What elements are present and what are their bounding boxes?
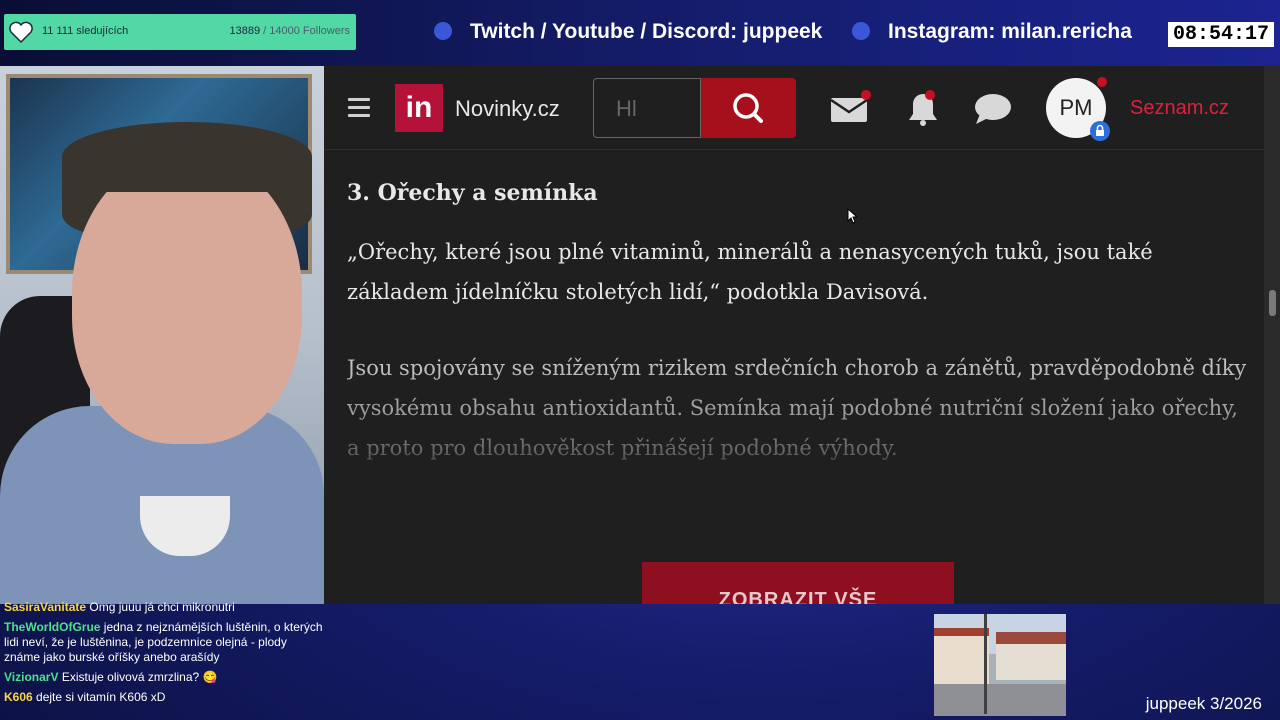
mouse-cursor-icon bbox=[847, 208, 857, 224]
section-heading: 3. Ořechy a semínka bbox=[347, 180, 598, 206]
search-input[interactable]: Hl bbox=[593, 78, 701, 138]
stream-chat: SasiraVanitate Omg juuu já chci mikronut… bbox=[0, 600, 330, 720]
social-link-twitch: Twitch / Youtube / Discord: juppeek bbox=[434, 20, 822, 44]
browser-window: in Novinky.cz Hl PM Seznam.cz 3. Ořechy … bbox=[324, 66, 1280, 604]
follower-goal-widget: 11 111 sledujících 13889 / 14000 Followe… bbox=[4, 14, 356, 50]
follower-count: 13889 / 14000 Followers bbox=[229, 25, 350, 37]
search-icon bbox=[733, 93, 763, 123]
streamer-hair-top bbox=[62, 122, 312, 192]
site-name[interactable]: Novinky.cz bbox=[455, 96, 560, 122]
scrollbar[interactable] bbox=[1264, 66, 1280, 604]
avatar-notification-dot bbox=[1097, 77, 1107, 87]
street-camera-feed bbox=[934, 614, 1066, 716]
clock: 08:54:17 bbox=[1167, 22, 1274, 47]
site-header: in Novinky.cz Hl PM Seznam.cz bbox=[324, 66, 1264, 150]
webcam-feed bbox=[0, 66, 324, 604]
mail-icon[interactable] bbox=[829, 90, 871, 128]
menu-icon[interactable] bbox=[348, 98, 370, 122]
bell-icon[interactable] bbox=[903, 90, 943, 128]
seznam-link[interactable]: Seznam.cz bbox=[1130, 97, 1229, 120]
streamer-face bbox=[72, 154, 302, 444]
show-all-button[interactable]: ZOBRAZIT VŠE bbox=[642, 562, 954, 604]
quote-paragraph: „Ořechy, které jsou plné vitaminů, miner… bbox=[347, 240, 1153, 304]
social-link-instagram: Instagram: milan.rericha bbox=[852, 20, 1132, 44]
stream-layout: 11 111 sledujících 13889 / 14000 Followe… bbox=[0, 0, 1280, 720]
chat-message: K606 dejte si vitamín K606 xD bbox=[4, 690, 166, 704]
heart-icon bbox=[9, 21, 33, 44]
chat-message: VizionarV Existuje olivová zmrzlina? 😋 bbox=[4, 670, 218, 684]
faded-paragraph: Jsou spojovány se sníženým rizikem srdeč… bbox=[347, 348, 1247, 468]
chat-message: SasiraVanitate Omg juuu já chci mikronut… bbox=[4, 600, 235, 614]
follower-subtitle: 11 111 sledujících bbox=[42, 25, 129, 37]
top-bar: 11 111 sledujících 13889 / 14000 Followe… bbox=[0, 0, 1280, 66]
article-body: 3. Ořechy a semínka „Ořechy, které jsou … bbox=[347, 180, 1247, 504]
twitch-icon bbox=[434, 22, 452, 40]
scrollbar-thumb[interactable] bbox=[1269, 290, 1276, 316]
novinky-logo[interactable]: in bbox=[395, 84, 443, 132]
chat-message: TheWorldOfGrue jedna z nejznámějších luš… bbox=[4, 620, 323, 664]
stream-signature: juppeek 3/2026 bbox=[1145, 694, 1262, 713]
instagram-icon bbox=[852, 22, 870, 40]
lock-icon bbox=[1090, 121, 1110, 141]
chat-bubble-icon[interactable] bbox=[972, 90, 1012, 128]
search-button[interactable] bbox=[701, 78, 796, 138]
